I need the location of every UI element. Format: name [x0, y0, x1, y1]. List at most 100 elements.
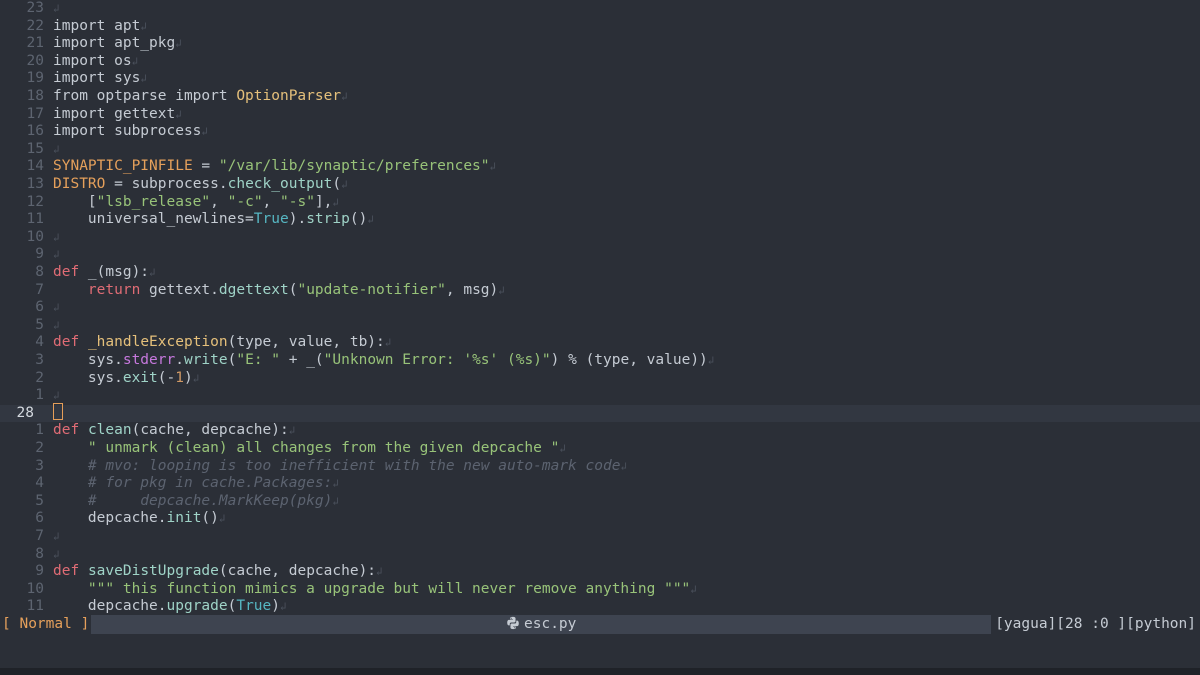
- code-token: import apt: [53, 17, 141, 34]
- line-code: def clean(cache, depcache):↲: [53, 422, 295, 440]
- end-of-line-marker: ↲: [53, 230, 60, 244]
- code-token: (: [332, 176, 342, 192]
- code-token: _(msg):: [79, 264, 150, 280]
- code-token: saveDistUpgrade: [87, 563, 219, 580]
- end-of-line-marker: ↲: [192, 371, 200, 385]
- line-code: import apt↲: [53, 18, 147, 36]
- line-number: 6: [35, 510, 44, 527]
- code-editor[interactable]: 23 ↲ 22 import apt↲ 21 import apt_pkg↲ 20 impor…: [0, 0, 1200, 615]
- code-line[interactable]: 12 ["lsb_release", "-c", "-s"],↲: [0, 194, 1200, 212]
- end-of-line-marker: ↲: [53, 248, 60, 262]
- end-of-line-marker: ↲: [131, 54, 139, 68]
- code-line[interactable]: 8 ↲: [0, 546, 1200, 564]
- line-code: ↲: [53, 0, 60, 18]
- code-line[interactable]: 9 def saveDistUpgrade(cache, depcache):↲: [0, 563, 1200, 581]
- code-token: "update-notifier": [297, 281, 446, 298]
- code-line[interactable]: 17 import gettext↲: [0, 106, 1200, 124]
- code-line[interactable]: 7 return gettext.dgettext("update-notifi…: [0, 282, 1200, 300]
- code-line[interactable]: 14 SYNAPTIC_PINFILE = "/var/lib/synaptic/…: [0, 158, 1200, 176]
- line-number: 4: [35, 334, 44, 351]
- end-of-line-marker: ↲: [341, 90, 348, 103]
- line-code: ↲: [53, 387, 60, 405]
- code-line[interactable]: 3 # mvo: looping is too inefficient with…: [0, 458, 1200, 476]
- code-line[interactable]: 22 import apt↲: [0, 18, 1200, 36]
- line-code: from optparse import OptionParser↲: [53, 88, 348, 106]
- code-line[interactable]: 2 sys.exit(-1)↲: [0, 370, 1200, 388]
- code-token: universal_newlines=: [53, 211, 254, 228]
- code-line[interactable]: 15 ↲: [0, 141, 1200, 159]
- code-token: write: [183, 352, 228, 368]
- code-token: (cache, depcache):: [218, 563, 377, 580]
- end-of-line-marker: ↲: [53, 318, 60, 332]
- end-of-line-marker: ↲: [53, 301, 60, 315]
- end-of-line-marker: ↲: [707, 354, 715, 367]
- code-line[interactable]: 23 ↲: [0, 0, 1200, 18]
- code-line[interactable]: 2 " unmark (clean) all changes from the …: [0, 440, 1200, 458]
- code-line[interactable]: 9 ↲: [0, 246, 1200, 264]
- mode-indicator: [ Normal ]: [0, 615, 92, 634]
- code-line[interactable]: 6 depcache.init()↲: [0, 510, 1200, 528]
- code-line[interactable]: 5 ↲: [0, 317, 1200, 335]
- code-line[interactable]: 8 def _(msg):↲: [0, 264, 1200, 282]
- code-line[interactable]: 13 DISTRO = subprocess.check_output(↲: [0, 176, 1200, 194]
- line-number: 22: [26, 17, 44, 34]
- code-line[interactable]: 4 # for pkg in cache.Packages:↲: [0, 475, 1200, 493]
- code-line[interactable]: 1 def clean(cache, depcache):↲: [0, 422, 1200, 440]
- end-of-line-marker: ↲: [332, 494, 339, 508]
- end-of-line-marker: ↲: [690, 582, 697, 596]
- line-code: import sys↲: [53, 70, 147, 88]
- line-code: ["lsb_release", "-c", "-s"],↲: [53, 194, 339, 212]
- code-line[interactable]: 4 def _handleException(type, value, tb):↲: [0, 334, 1200, 352]
- code-line[interactable]: 11 depcache.upgrade(True)↲: [0, 598, 1200, 615]
- code-line[interactable]: 11 universal_newlines=True).strip()↲: [0, 211, 1200, 229]
- code-token: True: [236, 598, 272, 615]
- code-line[interactable]: 7 ↲: [0, 528, 1200, 546]
- code-line[interactable]: 10 """ this function mimics a upgrade bu…: [0, 581, 1200, 599]
- code-line[interactable]: 19 import sys↲: [0, 70, 1200, 88]
- code-token: upgrade: [166, 598, 228, 615]
- end-of-line-marker: ↲: [53, 389, 60, 403]
- code-token: "-c": [227, 193, 263, 210]
- line-number: 8: [35, 264, 44, 280]
- end-of-line-marker: ↲: [498, 283, 505, 297]
- code-line[interactable]: 5 # depcache.MarkKeep(pkg)↲: [0, 493, 1200, 511]
- line-code: def _handleException(type, value, tb):↲: [53, 334, 391, 352]
- code-token: "/var/lib/synaptic/preferences": [218, 158, 490, 175]
- line-number: 10: [26, 228, 44, 245]
- line-number: 5: [35, 316, 44, 333]
- code-line[interactable]: 21 import apt_pkg↲: [0, 35, 1200, 53]
- code-line[interactable]: 1 ↲: [0, 387, 1200, 405]
- code-line[interactable]: 3 sys.stderr.write("E: " + _("Unknown Er…: [0, 352, 1200, 370]
- code-line[interactable]: 16 import subprocess↲: [0, 123, 1200, 141]
- code-line[interactable]: 20 import os↲: [0, 53, 1200, 71]
- code-line[interactable]: 6 ↲: [0, 299, 1200, 317]
- end-of-line-marker: ↲: [53, 547, 60, 561]
- line-number: 28: [16, 404, 34, 421]
- end-of-line-marker: ↲: [332, 195, 340, 209]
- code-token: (cache, depcache):: [131, 422, 289, 439]
- line-number: 14: [26, 158, 44, 175]
- code-token: # mvo: looping is too inefficient with t…: [53, 457, 621, 474]
- code-token: DISTRO: [53, 176, 106, 192]
- code-line[interactable]: 18 from optparse import OptionParser↲: [0, 88, 1200, 106]
- line-number: 20: [26, 52, 44, 69]
- line-number: 10: [26, 580, 44, 597]
- code-token: (): [349, 211, 368, 228]
- code-token: " unmark (clean) all changes from the gi…: [87, 440, 560, 456]
- code-line[interactable]: 10 ↲: [0, 229, 1200, 247]
- end-of-line-marker: ↲: [53, 2, 60, 15]
- line-number: 5: [35, 492, 44, 509]
- end-of-line-marker: ↲: [175, 37, 182, 51]
- code-token: [: [53, 193, 97, 210]
- current-line[interactable]: 28: [0, 403, 1200, 423]
- line-number: 7: [35, 528, 44, 544]
- command-line[interactable]: [0, 634, 1200, 668]
- end-of-line-marker: ↲: [201, 125, 209, 139]
- code-token: , msg): [445, 281, 499, 298]
- code-token: _handleException: [87, 334, 228, 351]
- code-token: True: [253, 211, 289, 228]
- code-token: import os: [53, 52, 132, 69]
- end-of-line-marker: ↲: [332, 477, 339, 491]
